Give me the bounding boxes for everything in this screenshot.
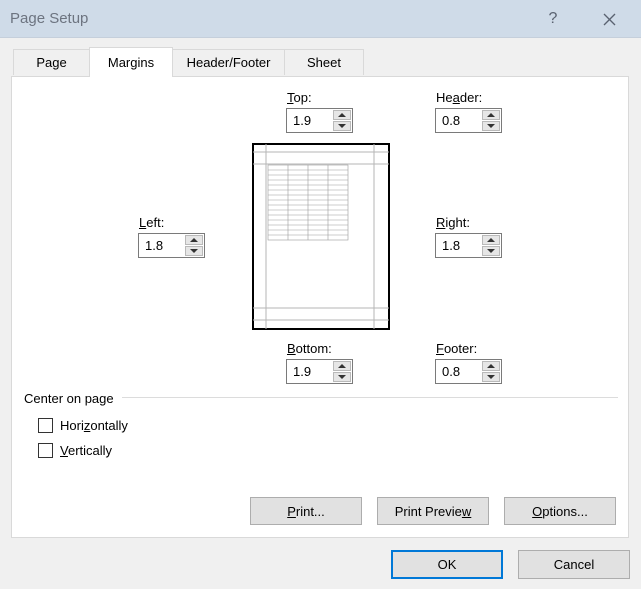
footer-margin-up-button[interactable]	[482, 361, 500, 371]
header-margin-up-button[interactable]	[482, 110, 500, 120]
vertically-label: Vertically	[60, 443, 113, 458]
page-preview	[252, 143, 390, 330]
top-margin-down-button[interactable]	[333, 121, 351, 131]
ok-button[interactable]: OK	[391, 550, 503, 579]
header-margin-down-button[interactable]	[482, 121, 500, 131]
arrow-up-icon	[487, 364, 495, 368]
arrow-down-icon	[190, 249, 198, 253]
arrow-up-icon	[338, 113, 346, 117]
options-button-label: Options...	[532, 503, 588, 519]
bottom-margin-value[interactable]: 1.9	[293, 364, 311, 379]
arrow-down-icon	[487, 124, 495, 128]
bottom-margin-down-button[interactable]	[333, 372, 351, 382]
top-margin-spinner[interactable]: 1.9	[286, 108, 353, 133]
footer-margin-value[interactable]: 0.8	[442, 364, 460, 379]
bottom-margin-up-button[interactable]	[333, 361, 351, 371]
footer-margin-down-button[interactable]	[482, 372, 500, 382]
arrow-up-icon	[487, 238, 495, 242]
center-on-page-label: Center on page	[24, 391, 114, 406]
right-margin-spinner[interactable]: 1.8	[435, 233, 502, 258]
footer-margin-spinner[interactable]: 0.8	[435, 359, 502, 384]
arrow-down-icon	[338, 375, 346, 379]
print-preview-button-label: Print Preview	[394, 503, 472, 519]
left-margin-up-button[interactable]	[185, 235, 203, 245]
vertically-checkbox-row[interactable]: Vertically	[38, 443, 112, 458]
horizontally-checkbox[interactable]	[38, 418, 53, 433]
cancel-button-label: Cancel	[553, 557, 595, 572]
footer-label: Footer:	[436, 341, 478, 356]
ok-button-label: OK	[437, 557, 457, 572]
right-margin-up-button[interactable]	[482, 235, 500, 245]
header-margin-value[interactable]: 0.8	[442, 113, 460, 128]
right-label: Right:	[436, 215, 470, 230]
group-divider	[122, 397, 618, 398]
right-margin-down-button[interactable]	[482, 246, 500, 256]
arrow-down-icon	[487, 249, 495, 253]
arrow-up-icon	[338, 364, 346, 368]
horizontally-checkbox-row[interactable]: Horizontally	[38, 418, 128, 433]
options-button[interactable]: Options...	[504, 497, 616, 525]
left-margin-value[interactable]: 1.8	[145, 238, 163, 253]
print-preview-button[interactable]: Print Preview	[377, 497, 489, 525]
header-margin-spinner[interactable]: 0.8	[435, 108, 502, 133]
top-margin-value[interactable]: 1.9	[293, 113, 311, 128]
vertically-checkbox[interactable]	[38, 443, 53, 458]
left-margin-down-button[interactable]	[185, 246, 203, 256]
arrow-down-icon	[338, 124, 346, 128]
right-margin-value[interactable]: 1.8	[442, 238, 460, 253]
top-label: Top:	[287, 90, 312, 105]
print-button[interactable]: Print...	[250, 497, 362, 525]
arrow-down-icon	[487, 375, 495, 379]
bottom-margin-spinner[interactable]: 1.9	[286, 359, 353, 384]
left-margin-spinner[interactable]: 1.8	[138, 233, 205, 258]
horizontally-label: Horizontally	[60, 418, 128, 433]
bottom-label: Bottom:	[287, 341, 332, 356]
left-label: Left:	[139, 215, 165, 230]
arrow-up-icon	[487, 113, 495, 117]
print-button-label: Print...	[287, 503, 325, 519]
header-label: Header:	[436, 90, 483, 105]
top-margin-up-button[interactable]	[333, 110, 351, 120]
arrow-up-icon	[190, 238, 198, 242]
cancel-button[interactable]: Cancel	[518, 550, 630, 579]
